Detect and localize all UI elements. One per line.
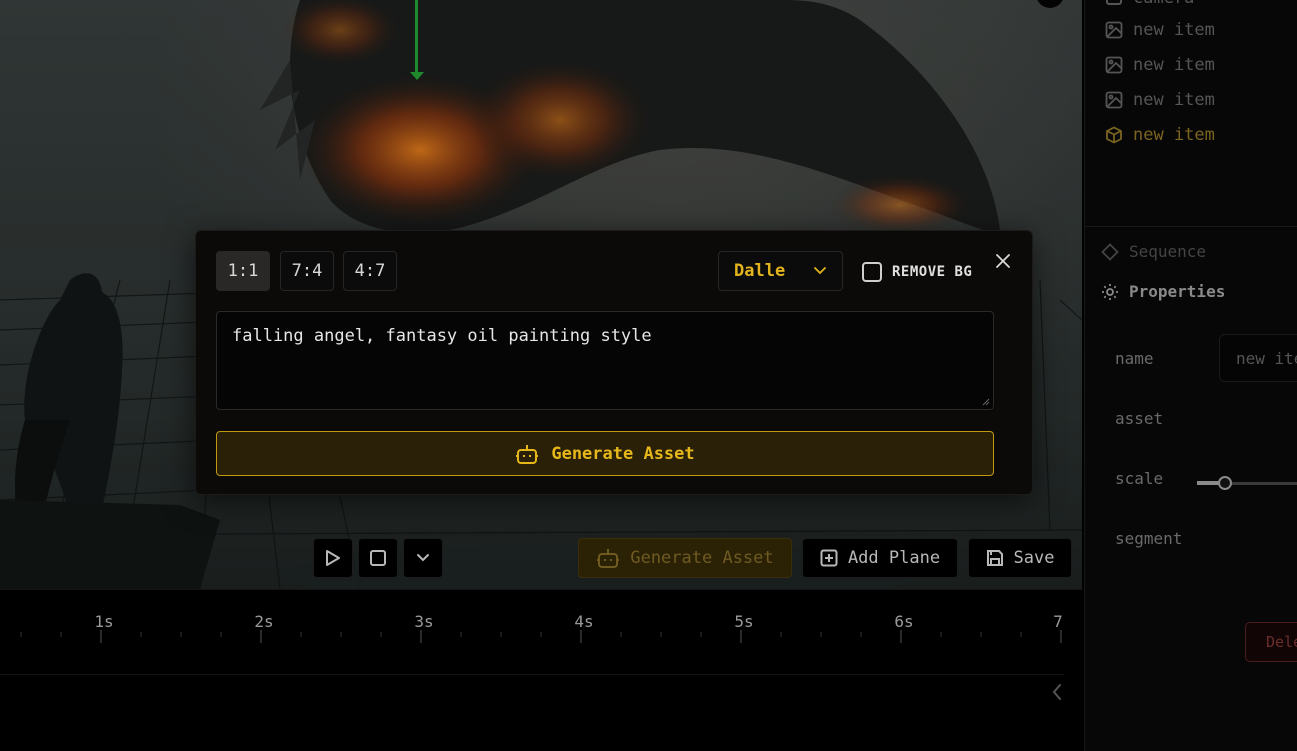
delete-button[interactable]: Delete	[1245, 622, 1297, 662]
remove-bg-label: REMOVE BG	[892, 264, 973, 280]
save-label: Save	[1013, 548, 1055, 568]
scale-slider-fill	[1197, 481, 1219, 485]
tick-label: 1s	[94, 612, 114, 631]
sequence-header[interactable]: Sequence	[1101, 242, 1206, 261]
scale-slider-thumb[interactable]	[1218, 476, 1232, 490]
chevron-down-icon	[814, 267, 827, 275]
cube-icon	[1106, 126, 1122, 144]
tick-label: 5s	[734, 612, 754, 631]
tree-item-camera[interactable]: camera	[1105, 0, 1194, 10]
toolbar-generate-asset-label: Generate Asset	[630, 548, 774, 568]
save-icon	[986, 550, 1003, 566]
tick-label: 4s	[574, 612, 594, 631]
tree-item-selected[interactable]: new item	[1105, 123, 1215, 147]
generate-asset-dialog: 1:1 7:4 4:7 Dalle REMOVE BG falling ange…	[195, 230, 1033, 495]
model-select[interactable]: Dalle	[718, 251, 843, 291]
plus-square-icon	[820, 549, 838, 567]
save-button[interactable]: Save	[968, 538, 1072, 578]
tree-item-label: new item	[1133, 20, 1215, 40]
toolbar-generate-asset-button[interactable]: Generate Asset	[578, 538, 792, 578]
tree-item[interactable]: new item	[1105, 53, 1215, 77]
generate-asset-button[interactable]: Generate Asset	[216, 431, 994, 476]
resize-grip-icon[interactable]	[982, 398, 990, 406]
tick-label: 3s	[414, 612, 434, 631]
ratio-button-4-7[interactable]: 4:7	[343, 251, 397, 291]
tick-label: 2s	[254, 612, 274, 631]
name-label: name	[1115, 349, 1154, 368]
camera-icon	[1106, 0, 1122, 5]
ruler-ticks	[20, 630, 1062, 643]
remove-bg-checkbox[interactable]	[862, 262, 882, 282]
robot-icon	[597, 549, 620, 568]
play-icon	[326, 550, 340, 566]
tree-item[interactable]: new item	[1105, 18, 1215, 42]
ratio-button-1-1[interactable]: 1:1	[216, 251, 270, 291]
tree-item-label: new item	[1133, 125, 1215, 145]
chevron-left-icon[interactable]	[1050, 682, 1064, 702]
chevron-down-icon	[417, 554, 429, 562]
image-icon	[1105, 91, 1123, 109]
right-panel: camera new item new item new item new it…	[1084, 0, 1297, 751]
tick-label: 6s	[894, 612, 914, 631]
sequence-label: Sequence	[1129, 242, 1207, 261]
tree-item[interactable]: new item	[1105, 88, 1215, 112]
tree-item-label: new item	[1133, 90, 1215, 110]
ratio-button-7-4[interactable]: 7:4	[280, 251, 334, 291]
playback-options-button[interactable]	[403, 538, 443, 578]
generate-asset-label: Generate Asset	[551, 443, 695, 464]
tick-label: 7	[1053, 612, 1063, 631]
name-input[interactable]: new item	[1219, 334, 1297, 382]
gear-icon	[1102, 283, 1118, 300]
close-icon[interactable]	[994, 252, 1012, 270]
panel-divider	[1085, 226, 1297, 227]
stop-button[interactable]	[358, 538, 398, 578]
scale-label: scale	[1115, 469, 1164, 488]
timeline[interactable]: 1s 2s 3s 4s 5s 6s 7	[0, 589, 1082, 751]
tree-item-label: new item	[1133, 55, 1215, 75]
stop-icon	[370, 550, 386, 566]
play-button[interactable]	[313, 538, 353, 578]
properties-header[interactable]: Properties	[1101, 282, 1225, 301]
timeline-track-divider	[0, 674, 1064, 675]
diamond-icon	[1101, 242, 1119, 261]
delete-label: Delete	[1266, 633, 1297, 651]
add-plane-label: Add Plane	[847, 548, 941, 568]
prompt-textarea[interactable]: falling angel, fantasy oil painting styl…	[216, 311, 994, 410]
segment-label: segment	[1115, 529, 1183, 548]
add-plane-button[interactable]: Add Plane	[802, 538, 958, 578]
image-icon	[1105, 21, 1123, 39]
image-icon	[1105, 56, 1123, 74]
properties-label: Properties	[1129, 282, 1226, 301]
model-select-value: Dalle	[734, 261, 786, 281]
tree-item-label: camera	[1133, 0, 1194, 8]
timeline-ruler[interactable]: 1s 2s 3s 4s 5s 6s 7	[0, 590, 1082, 646]
asset-label: asset	[1115, 409, 1164, 428]
robot-icon	[516, 444, 539, 464]
